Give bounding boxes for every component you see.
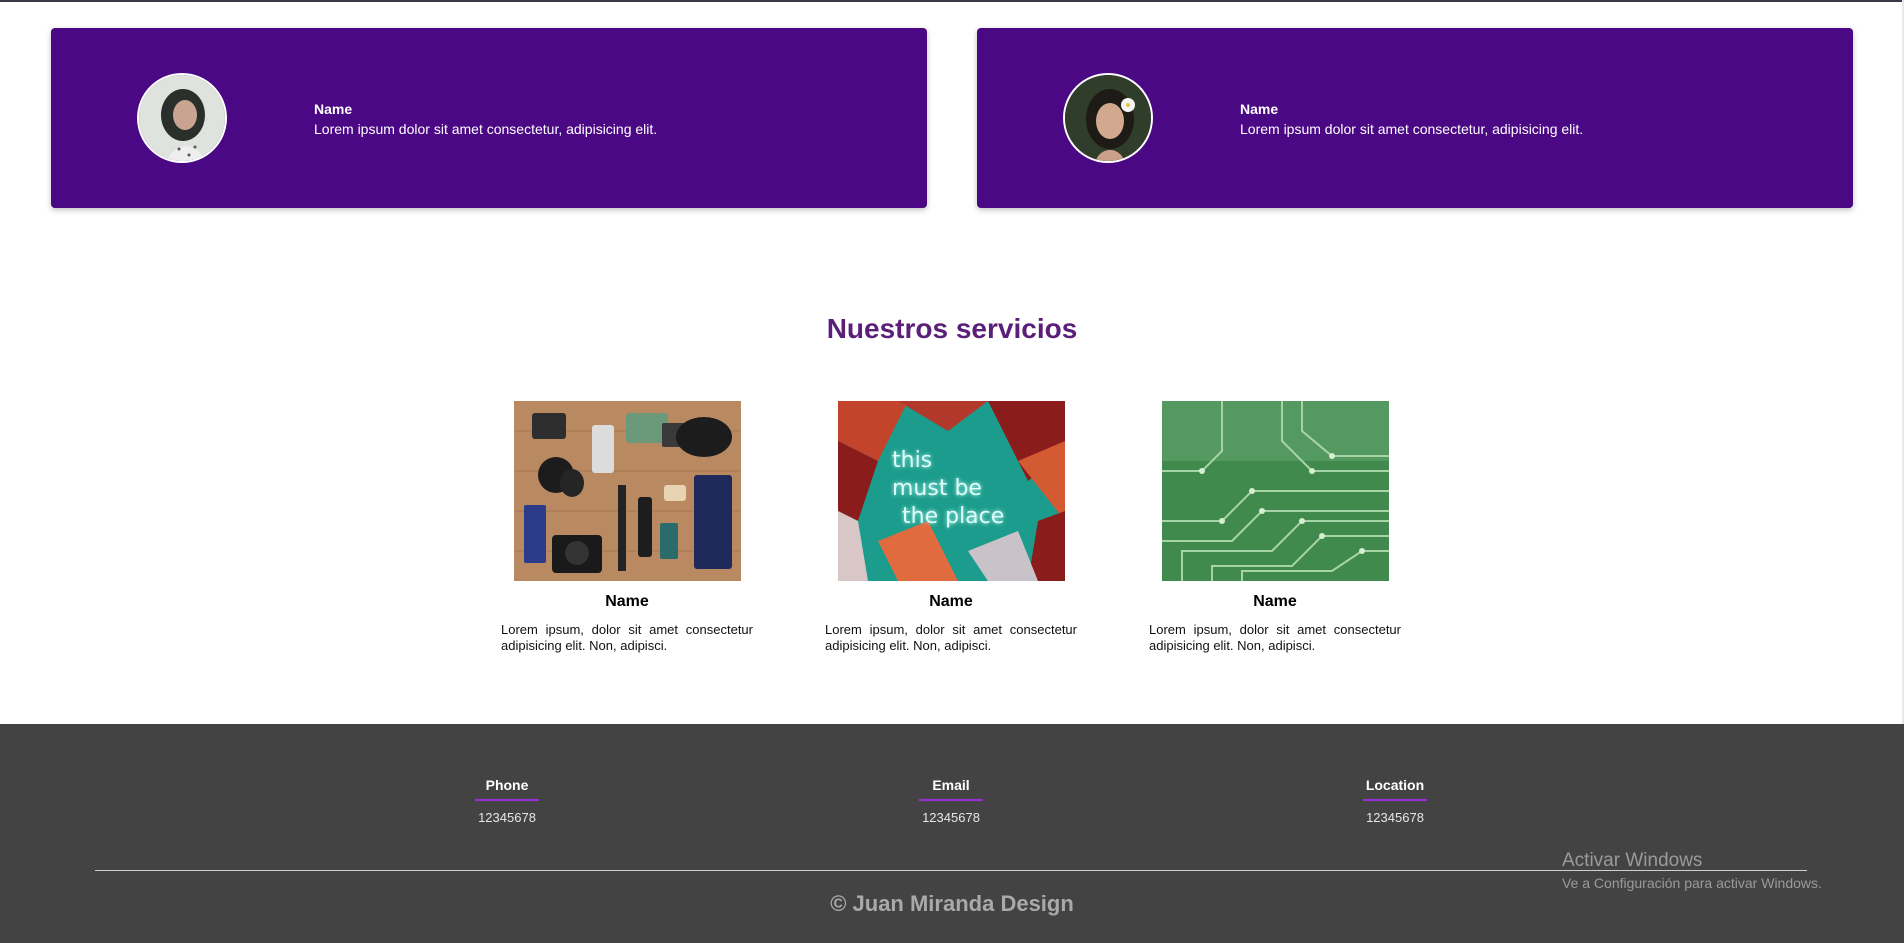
service-name: Name xyxy=(605,593,649,610)
service-description: Lorem ipsum, dolor sit amet consectetur … xyxy=(1149,622,1401,653)
contact-location: Location 12345678 xyxy=(1315,777,1475,825)
testimonials-section: Name Lorem ipsum dolor sit amet consecte… xyxy=(0,0,1904,230)
service-description: Lorem ipsum, dolor sit amet consectetur … xyxy=(501,622,753,653)
watermark-subtitle: Ve a Configuración para activar Windows. xyxy=(1562,875,1822,891)
testimonial-text: Name Lorem ipsum dolor sit amet consecte… xyxy=(1240,99,1583,139)
service-image-gadgets xyxy=(514,401,741,581)
contact-value: 12345678 xyxy=(1366,810,1424,825)
footer-divider xyxy=(95,870,1807,871)
testimonial-card: Name Lorem ipsum dolor sit amet consecte… xyxy=(977,28,1853,208)
testimonial-name: Name xyxy=(1240,101,1279,117)
testimonial-quote: Lorem ipsum dolor sit amet consectetur, … xyxy=(1240,121,1584,137)
contact-email: Email 12345678 xyxy=(871,777,1031,825)
contact-label: Location xyxy=(1363,777,1427,801)
watermark-title: Activar Windows xyxy=(1562,850,1703,871)
avatar xyxy=(1063,73,1153,163)
service-name: Name xyxy=(1253,593,1297,610)
service-description: Lorem ipsum, dolor sit amet consectetur … xyxy=(825,622,1077,653)
testimonial-card: Name Lorem ipsum dolor sit amet consecte… xyxy=(51,28,927,208)
page: Name Lorem ipsum dolor sit amet consecte… xyxy=(0,0,1904,943)
service-name: Name xyxy=(929,593,973,610)
contact-value: 12345678 xyxy=(478,810,536,825)
contact-label: Phone xyxy=(475,777,539,801)
avatar xyxy=(137,73,227,163)
contact-phone: Phone 12345678 xyxy=(427,777,587,825)
service-image-circuit xyxy=(1162,401,1389,581)
contact-label: Email xyxy=(919,777,983,801)
footer: Phone 12345678 Email 12345678 Location 1… xyxy=(0,724,1904,943)
testimonial-name: Name xyxy=(314,101,353,117)
copyright: © Juan Miranda Design xyxy=(830,891,1074,916)
services-title: Nuestros servicios xyxy=(826,313,1078,344)
testimonial-quote: Lorem ipsum dolor sit amet consectetur, … xyxy=(314,121,658,137)
windows-activation-watermark: Activar Windows Ve a Configuración para … xyxy=(1562,850,1822,891)
service-image-neon: this must be the place xyxy=(838,401,1065,581)
contact-value: 12345678 xyxy=(922,810,980,825)
testimonial-text: Name Lorem ipsum dolor sit amet consecte… xyxy=(314,99,657,139)
neon-sign-text: this must be the place xyxy=(892,448,1005,529)
